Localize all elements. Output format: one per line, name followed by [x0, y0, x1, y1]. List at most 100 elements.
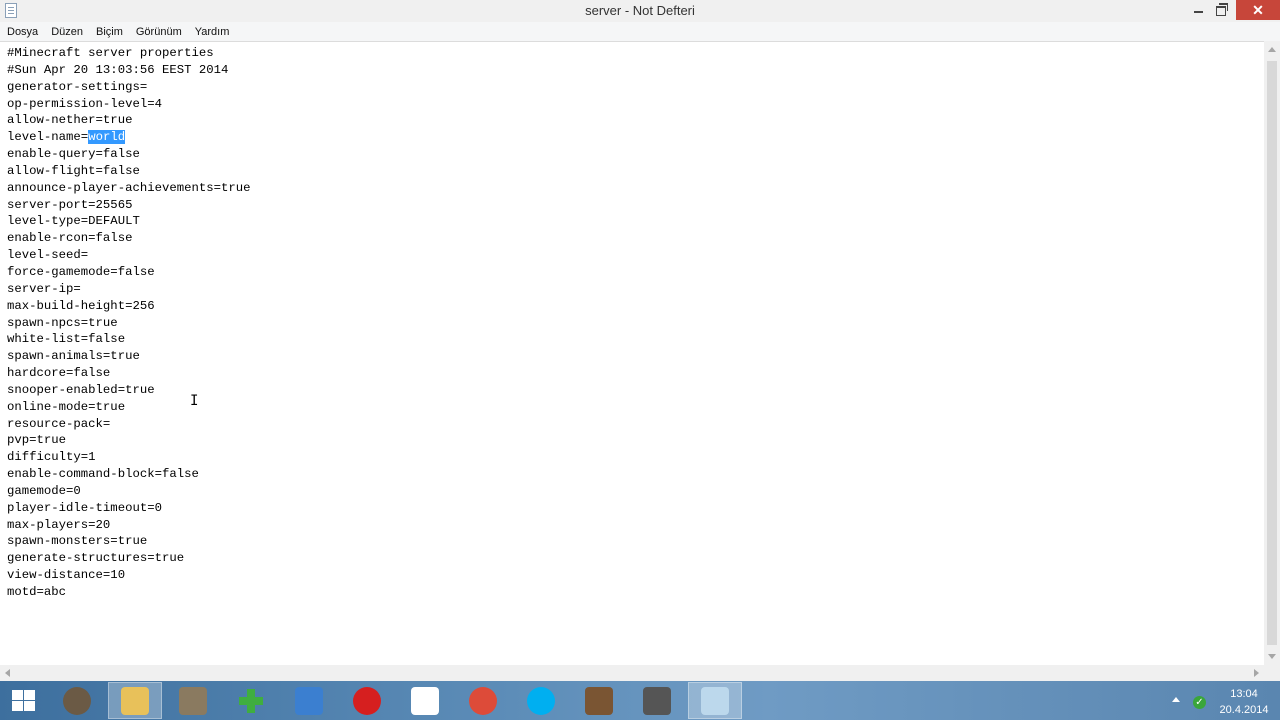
text-line[interactable]: player-idle-timeout=0: [7, 500, 251, 517]
vertical-scrollbar[interactable]: [1264, 41, 1280, 665]
chrome-icon: [469, 686, 497, 715]
taskbar-chrome-browser[interactable]: [456, 682, 510, 719]
record-icon: [353, 686, 381, 715]
text-line[interactable]: #Minecraft server properties: [7, 45, 251, 62]
taskbar-minecraft-server[interactable]: [630, 682, 684, 719]
taskbar-skype[interactable]: [514, 682, 568, 719]
folder-icon: [121, 686, 149, 715]
line-text: enable-rcon=false: [7, 231, 133, 246]
line-text: level-seed=: [7, 248, 89, 263]
server-tool-icon: [643, 686, 671, 715]
taskbar-green-plus-app[interactable]: [224, 682, 278, 719]
taskbar-record-app[interactable]: [340, 682, 394, 719]
line-text: spawn-animals=true: [7, 349, 140, 364]
window-title: server - Not Defteri: [585, 3, 695, 18]
notepad-icon: [701, 686, 729, 715]
line-text: generate-structures=true: [7, 551, 185, 566]
text-line[interactable]: allow-nether=true: [7, 112, 251, 129]
taskbar-media-app[interactable]: [166, 682, 220, 719]
text-line[interactable]: snooper-enabled=true: [7, 382, 251, 399]
text-line[interactable]: online-mode=true: [7, 399, 251, 416]
text-line[interactable]: op-permission-level=4: [7, 96, 251, 113]
close-button[interactable]: ✕: [1236, 0, 1280, 20]
menu-edit[interactable]: Düzen: [51, 26, 83, 38]
menu-help[interactable]: Yardım: [195, 26, 230, 38]
menu-format[interactable]: Biçim: [96, 26, 123, 38]
control-panel-icon: [295, 686, 323, 715]
taskbar-yandex-browser[interactable]: [398, 682, 452, 719]
taskbar-speaker-app[interactable]: [50, 682, 104, 719]
crafting-table-icon: [585, 686, 613, 715]
taskbar-notepad[interactable]: [688, 682, 742, 719]
text-editor[interactable]: #Minecraft server properties #Sun Apr 20 …: [0, 41, 1264, 666]
text-line[interactable]: server-port=25565: [7, 197, 251, 214]
line-text: difficulty=1: [7, 450, 96, 465]
taskbar-start-button[interactable]: [0, 682, 48, 719]
text-line[interactable]: generate-structures=true: [7, 550, 251, 567]
text-line[interactable]: enable-rcon=false: [7, 230, 251, 247]
text-line[interactable]: enable-command-block=false: [7, 466, 251, 483]
vertical-scroll-thumb[interactable]: [1267, 61, 1277, 645]
horizontal-scrollbar[interactable]: [0, 665, 1264, 681]
text-line[interactable]: spawn-monsters=true: [7, 533, 251, 550]
text-line[interactable]: spawn-animals=true: [7, 348, 251, 365]
line-text: server-ip=: [7, 281, 81, 296]
close-icon: ✕: [1252, 2, 1264, 18]
text-line[interactable]: allow-flight=false: [7, 163, 251, 180]
text-line[interactable]: spawn-npcs=true: [7, 315, 251, 332]
scroll-up-arrow-icon[interactable]: [1268, 47, 1276, 52]
media-icon: [179, 686, 207, 715]
text-line[interactable]: motd=abc: [7, 584, 251, 601]
text-line[interactable]: view-distance=10: [7, 567, 251, 584]
menu-file[interactable]: Dosya: [7, 26, 38, 38]
line-text: motd=abc: [7, 585, 67, 599]
restore-button[interactable]: [1207, 0, 1237, 20]
text-line[interactable]: enable-query=false: [7, 146, 251, 163]
security-check-icon[interactable]: ✓: [1193, 696, 1206, 709]
speaker-icon: [63, 686, 91, 715]
scroll-left-arrow-icon[interactable]: [5, 669, 10, 677]
clock-date[interactable]: 20.4.2014: [1214, 704, 1274, 716]
text-line[interactable]: #Sun Apr 20 13:03:56 EEST 2014: [7, 62, 251, 79]
green-plus-icon: [237, 687, 265, 715]
line-text: generator-settings=: [7, 79, 148, 94]
text-line[interactable]: generator-settings=: [7, 79, 251, 96]
line-text: max-build-height=256: [7, 298, 155, 313]
line-text: resource-pack=: [7, 416, 111, 431]
line-text: snooper-enabled=true: [7, 382, 155, 397]
text-line[interactable]: difficulty=1: [7, 449, 251, 466]
text-line[interactable]: max-build-height=256: [7, 298, 251, 315]
text-line[interactable]: level-type=DEFAULT: [7, 213, 251, 230]
text-line[interactable]: hardcore=false: [7, 365, 251, 382]
text-line[interactable]: level-name=world: [7, 129, 251, 146]
menu-view[interactable]: Görünüm: [136, 26, 182, 38]
line-text: gamemode=0: [7, 483, 81, 498]
scroll-down-arrow-icon[interactable]: [1268, 654, 1276, 659]
scrollbar-corner: [1264, 665, 1280, 681]
taskbar-minecraft[interactable]: [572, 682, 626, 719]
text-line[interactable]: resource-pack=: [7, 416, 251, 433]
menu-bar: Dosya Düzen Biçim Görünüm Yardım: [0, 22, 1280, 41]
line-text: level-type=DEFAULT: [7, 214, 140, 229]
text-line[interactable]: max-players=20: [7, 517, 251, 534]
text-line[interactable]: force-gamemode=false: [7, 264, 251, 281]
taskbar-control-app[interactable]: [282, 682, 336, 719]
text-line[interactable]: gamemode=0: [7, 483, 251, 500]
text-content[interactable]: #Minecraft server properties #Sun Apr 20 …: [7, 45, 251, 601]
taskbar-file-explorer[interactable]: [108, 682, 162, 719]
line-text: max-players=20: [7, 517, 111, 532]
clock-time[interactable]: 13:04: [1220, 688, 1268, 700]
text-line[interactable]: white-list=false: [7, 331, 251, 348]
text-line[interactable]: server-ip=: [7, 281, 251, 298]
scroll-right-arrow-icon[interactable]: [1254, 669, 1259, 677]
line-text: server-port=25565: [7, 197, 133, 212]
show-hidden-icons-chevron-icon[interactable]: [1172, 697, 1180, 702]
selected-text[interactable]: world: [88, 130, 126, 145]
text-line[interactable]: level-seed=: [7, 247, 251, 264]
text-line[interactable]: pvp=true: [7, 432, 251, 449]
title-bar[interactable]: server - Not Defteri ✕: [0, 0, 1280, 23]
restore-icon: [1216, 3, 1228, 16]
line-text: white-list=false: [7, 332, 126, 347]
line-text: #Minecraft server properties: [7, 46, 214, 60]
text-line[interactable]: announce-player-achievements=true: [7, 180, 251, 197]
